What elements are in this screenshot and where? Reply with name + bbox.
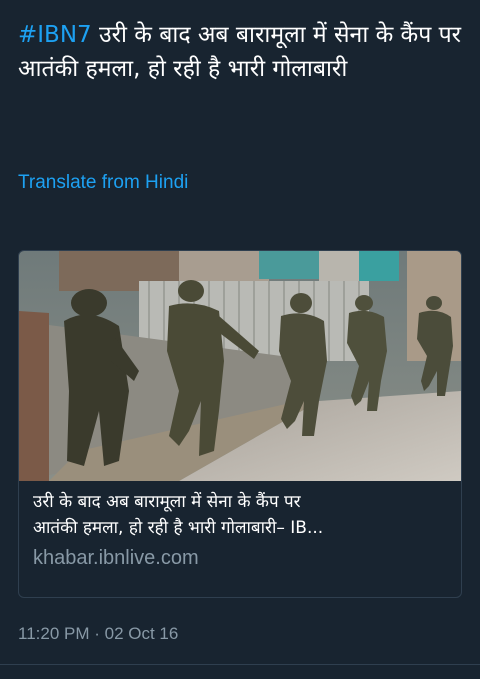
card-title-line-2: आतंकी हमला, हो रही है भारी गोलाबारी– IB.… — [33, 518, 324, 538]
card-title-line-1: उरी के बाद अब बारामूला में सेना के कैंप … — [33, 492, 301, 512]
card-title: उरी के बाद अब बारामूला में सेना के कैंप … — [33, 489, 447, 541]
tweet-text: #IBN7 उरी के बाद अब बारामूला में सेना के… — [18, 18, 468, 86]
translate-link[interactable]: Translate from Hindi — [18, 172, 188, 194]
link-preview-card[interactable]: उरी के बाद अब बारामूला में सेना के कैंप … — [18, 250, 462, 598]
divider — [0, 664, 480, 665]
tweet-timestamp[interactable]: 11:20 PM · 02 Oct 16 — [18, 624, 178, 644]
card-body: उरी के बाद अब बारामूला में सेना के कैंप … — [19, 481, 461, 570]
card-domain: khabar.ibnlive.com — [33, 547, 199, 569]
card-image — [19, 251, 461, 481]
hashtag-link[interactable]: #IBN7 — [18, 22, 92, 48]
